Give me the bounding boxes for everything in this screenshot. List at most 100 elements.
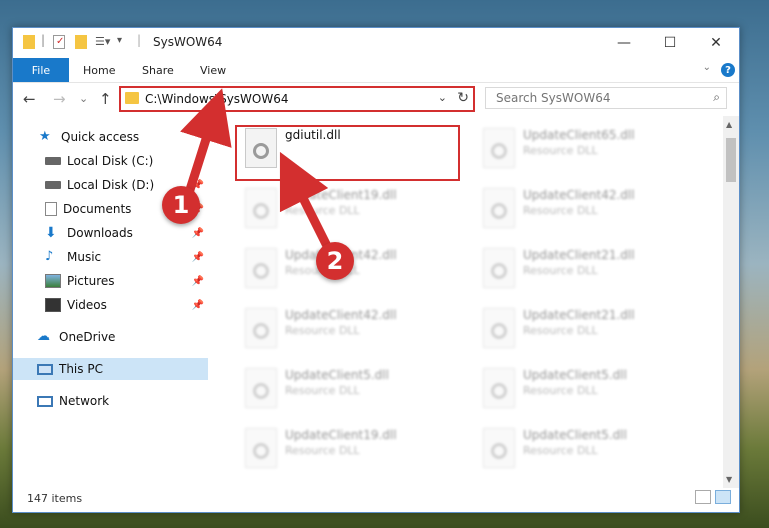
file-tile[interactable]: UpdateClient21.dll Resource DLL [475, 244, 705, 300]
cloud-icon: ☁ [37, 329, 50, 344]
file-name: UpdateClient21.dll [523, 248, 635, 262]
new-folder-icon[interactable] [75, 35, 87, 49]
file-tile[interactable]: UpdateClient5.dll Resource DLL [475, 424, 705, 480]
scroll-down-icon[interactable]: ▼ [726, 475, 732, 484]
file-type: Resource DLL [285, 384, 360, 397]
pin-icon[interactable]: 📌 [192, 228, 204, 239]
folder-icon [125, 92, 139, 104]
scroll-thumb[interactable] [726, 138, 736, 182]
videos-icon [45, 298, 61, 312]
chevron-down-icon[interactable]: ▾ [117, 35, 122, 51]
chevron-down-icon[interactable]: ⌄ [438, 91, 447, 104]
pin-icon[interactable]: 📌 [192, 180, 204, 191]
dll-file-icon [483, 128, 515, 168]
dll-file-icon [245, 248, 277, 288]
status-bar: 147 items [13, 486, 739, 512]
tab-file[interactable]: File [13, 58, 69, 82]
file-name: UpdateClient5.dll [285, 368, 389, 382]
address-bar[interactable]: C:\Windows\SysWOW64 ⌄ ↻ [119, 86, 475, 112]
file-name: UpdateClient5.dll [523, 368, 627, 382]
file-tile[interactable]: UpdateClient19.dll Resource DLL [237, 184, 467, 240]
file-tile[interactable]: UpdateClient42.dll Resource DLL [475, 184, 705, 240]
navigation-pane: ★ Quick access Local Disk (C:) Local Dis… [13, 120, 208, 486]
vertical-scrollbar[interactable]: ▲ ▼ [723, 116, 739, 488]
file-name: UpdateClient19.dll [285, 188, 397, 202]
close-button[interactable]: ✕ [693, 28, 739, 58]
customize-toolbar-icon[interactable]: ☰▾ [95, 35, 110, 51]
sidebar-item-quick-access[interactable]: ★ Quick access [13, 126, 208, 148]
sidebar-item-label: Downloads [67, 226, 133, 240]
recent-locations-button[interactable]: ⌄ [79, 92, 88, 105]
help-icon[interactable]: ? [721, 63, 735, 77]
file-tile[interactable]: UpdateClient65.dll Resource DLL [475, 124, 705, 180]
pc-icon [37, 363, 53, 375]
file-type: Resource DLL [523, 324, 598, 337]
dll-file-icon [245, 308, 277, 348]
pictures-icon [45, 274, 61, 288]
folder-icon [23, 35, 35, 49]
pin-icon[interactable]: 📌 [192, 276, 204, 287]
drive-icon [45, 157, 61, 165]
forward-button[interactable]: → [53, 90, 66, 108]
file-type: Resource DLL [523, 264, 598, 277]
tab-home[interactable]: Home [83, 58, 115, 82]
address-path[interactable]: C:\Windows\SysWOW64 [145, 92, 289, 106]
separator: | [137, 33, 142, 47]
callout-step-1: 1 [162, 186, 200, 224]
sidebar-item-label: Quick access [61, 130, 140, 144]
file-tile[interactable]: UpdateClient19.dll Resource DLL [237, 424, 467, 480]
file-type: Resource DLL [523, 444, 598, 457]
download-icon: ⬇ [45, 225, 57, 241]
dll-file-icon [245, 188, 277, 228]
navigation-bar: ← → ⌄ ↑ C:\Windows\SysWOW64 ⌄ ↻ ⌕ [13, 84, 739, 116]
sidebar-item-label: Local Disk (C:) [67, 154, 154, 168]
sidebar-item-label: Pictures [67, 274, 115, 288]
file-type: Resource DLL [285, 444, 360, 457]
tab-view[interactable]: View [200, 58, 226, 82]
file-name: UpdateClient42.dll [285, 308, 397, 322]
sidebar-item-pictures[interactable]: Pictures 📌 [13, 270, 208, 292]
scroll-up-icon[interactable]: ▲ [726, 120, 732, 129]
minimize-button[interactable]: — [601, 28, 647, 58]
drive-icon [45, 181, 61, 189]
search-input[interactable] [494, 90, 698, 106]
file-name: UpdateClient42.dll [523, 188, 635, 202]
pin-icon[interactable]: 📌 [192, 252, 204, 263]
pin-icon[interactable]: 📌 [192, 300, 204, 311]
sidebar-item-label: Network [59, 394, 110, 408]
file-tile[interactable]: UpdateClient5.dll Resource DLL [237, 364, 467, 420]
dll-file-icon [245, 428, 277, 468]
ribbon-tabs: File Home Share View ⌄ ? [13, 58, 739, 83]
search-box[interactable]: ⌕ [485, 87, 727, 109]
refresh-button[interactable]: ↻ [457, 90, 469, 106]
properties-icon[interactable]: ✓ [53, 35, 65, 49]
tab-share[interactable]: Share [142, 58, 174, 82]
sidebar-item-label: Local Disk (D:) [67, 178, 155, 192]
sidebar-item-music[interactable]: ♪ Music 📌 [13, 246, 208, 268]
maximize-button[interactable]: ☐ [647, 28, 693, 58]
sidebar-item-network[interactable]: Network [13, 390, 208, 412]
file-name: UpdateClient5.dll [523, 428, 627, 442]
file-tile[interactable]: UpdateClient5.dll Resource DLL [475, 364, 705, 420]
sidebar-item-label: Music [67, 250, 102, 264]
sidebar-item-this-pc[interactable]: This PC [13, 358, 208, 380]
documents-icon [45, 202, 57, 216]
file-tile[interactable]: UpdateClient42.dll Resource DLL [237, 304, 467, 360]
back-button[interactable]: ← [23, 90, 36, 108]
sidebar-item-videos[interactable]: Videos 📌 [13, 294, 208, 316]
search-icon[interactable]: ⌕ [713, 90, 720, 105]
title-bar: | ✓ ☰▾ ▾ | SysWOW64 — ☐ ✕ [13, 28, 739, 58]
dll-file-icon [483, 248, 515, 288]
details-view-icon[interactable] [695, 490, 711, 504]
expand-ribbon-icon[interactable]: ⌄ [703, 62, 711, 73]
file-highlight-box [235, 125, 460, 181]
sidebar-item-local-disk-c[interactable]: Local Disk (C:) [13, 150, 208, 172]
file-tile[interactable]: UpdateClient21.dll Resource DLL [475, 304, 705, 360]
large-icons-view-icon[interactable] [715, 490, 731, 504]
up-button[interactable]: ↑ [99, 90, 112, 108]
sidebar-item-onedrive[interactable]: ☁ OneDrive [13, 326, 208, 348]
sidebar-item-downloads[interactable]: ⬇ Downloads 📌 [13, 222, 208, 244]
dll-file-icon [245, 368, 277, 408]
sidebar-item-label: Documents [63, 202, 132, 216]
file-type: Resource DLL [523, 204, 598, 217]
